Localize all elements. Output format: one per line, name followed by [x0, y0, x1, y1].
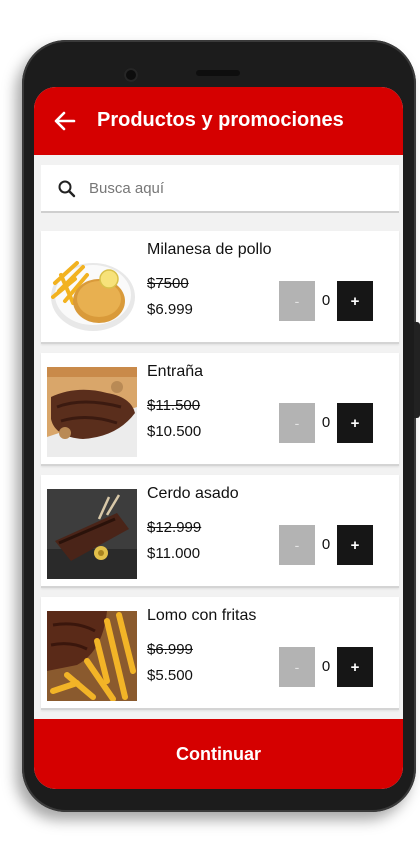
product-card-entrana: Entraña $11.500 $10.500 - 0 + [41, 353, 399, 466]
arrow-left-icon[interactable] [54, 111, 76, 131]
product-old-price: $11.500 [147, 397, 201, 414]
product-image-cerdo [47, 489, 137, 579]
quantity-stepper: - 0 + [279, 403, 373, 443]
decrease-quantity-button[interactable]: - [279, 647, 315, 687]
product-name: Entraña [147, 363, 204, 380]
quantity-value: 0 [321, 292, 331, 309]
product-name: Lomo con fritas [147, 607, 257, 624]
product-card-cerdo: Cerdo asado $12.999 $11.000 - 0 + [41, 475, 399, 588]
product-image-milanesa [47, 245, 137, 335]
quantity-value: 0 [321, 536, 331, 553]
product-new-price: $5.500 [147, 667, 193, 684]
search-input[interactable] [89, 173, 379, 203]
product-old-price: $7500 [147, 275, 189, 292]
product-card-lomo: Lomo con fritas $6.999 $5.500 - 0 + [41, 597, 399, 710]
front-camera [124, 68, 138, 82]
increase-quantity-button[interactable]: + [337, 403, 373, 443]
continue-button[interactable]: Continuar [34, 719, 403, 789]
product-new-price: $11.000 [147, 545, 201, 562]
product-image-lomo [47, 611, 137, 701]
quantity-value: 0 [321, 658, 331, 675]
app-screen: Productos y promociones Busca aquí Milan… [34, 87, 403, 789]
product-new-price: $6.999 [147, 301, 193, 318]
app-header: Productos y promociones [34, 87, 403, 155]
product-name: Cerdo asado [147, 485, 239, 502]
quantity-value: 0 [321, 414, 331, 431]
search-icon [58, 180, 76, 198]
product-old-price: $6.999 [147, 641, 193, 658]
quantity-stepper: - 0 + [279, 525, 373, 565]
earpiece-speaker [196, 70, 240, 76]
increase-quantity-button[interactable]: + [337, 525, 373, 565]
decrease-quantity-button[interactable]: - [279, 403, 315, 443]
product-name: Milanesa de pollo [147, 241, 272, 258]
decrease-quantity-button[interactable]: - [279, 281, 315, 321]
product-image-entrana [47, 367, 137, 457]
search-bar [41, 165, 399, 213]
product-card-milanesa: Milanesa de pollo $7500 $6.999 - 0 + [41, 231, 399, 344]
quantity-stepper: - 0 + [279, 647, 373, 687]
product-new-price: $10.500 [147, 423, 202, 440]
increase-quantity-button[interactable]: + [337, 281, 373, 321]
increase-quantity-button[interactable]: + [337, 647, 373, 687]
phone-side-button [414, 322, 420, 418]
decrease-quantity-button[interactable]: - [279, 525, 315, 565]
quantity-stepper: - 0 + [279, 281, 373, 321]
product-old-price: $12.999 [147, 519, 202, 536]
page-title: Productos y promociones [97, 109, 344, 131]
